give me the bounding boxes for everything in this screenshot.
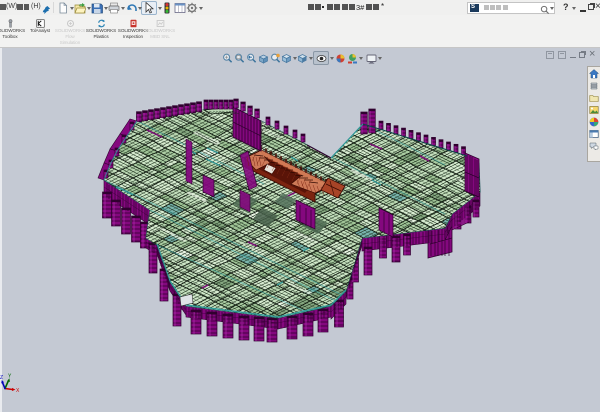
svg-text:X: X bbox=[16, 388, 20, 394]
svg-text:Y: Y bbox=[8, 374, 12, 380]
svg-text:Z: Z bbox=[0, 375, 3, 381]
